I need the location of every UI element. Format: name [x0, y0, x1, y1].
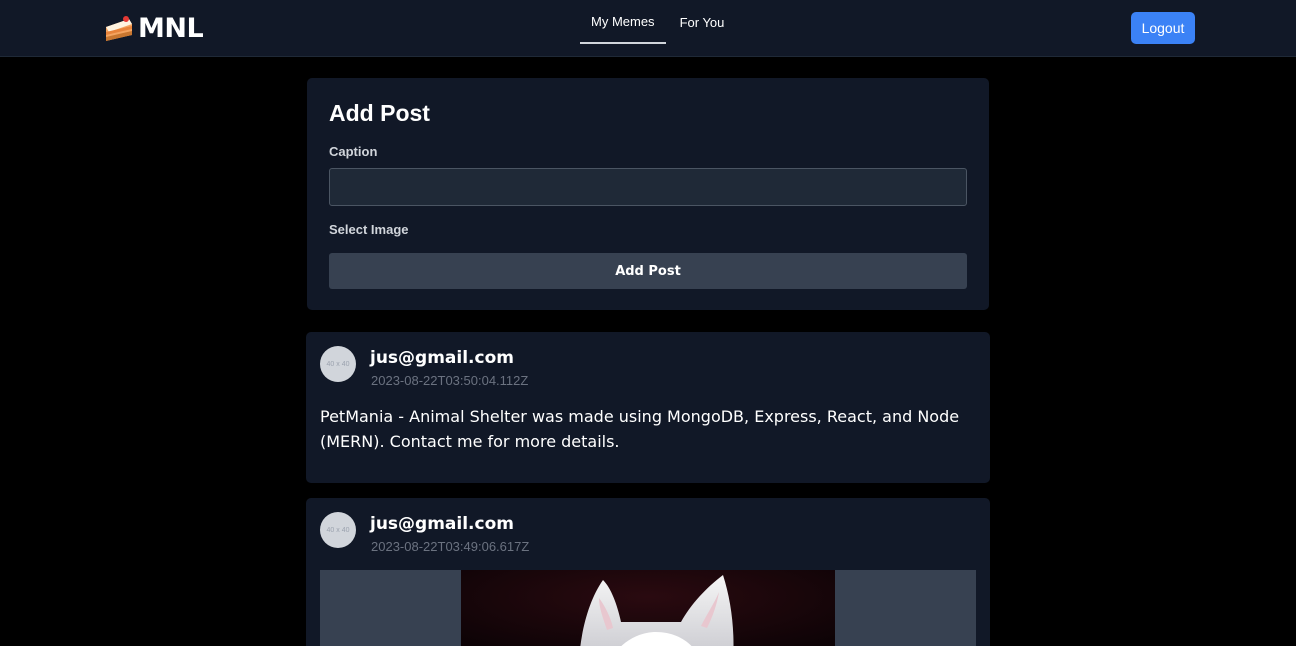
post-card: 40 x 40 jus@gmail.com 2023-08-22T03:49:0… — [306, 498, 990, 646]
navbar: MNL My Memes For You Logout — [0, 0, 1296, 57]
post-image-container — [320, 570, 976, 646]
post-author: jus@gmail.com — [370, 348, 514, 368]
main-nav: My Memes For You — [580, 0, 738, 57]
post-timestamp: 2023-08-22T03:49:06.617Z — [371, 539, 530, 554]
logout-button[interactable]: Logout — [1131, 12, 1195, 44]
post-author: jus@gmail.com — [370, 514, 514, 534]
brand-name: MNL — [138, 12, 204, 44]
select-image-label[interactable]: Select Image — [329, 222, 409, 237]
avatar-placeholder-text: 40 x 40 — [326, 360, 350, 368]
brand[interactable]: MNL — [104, 12, 204, 44]
caption-input[interactable] — [329, 168, 967, 206]
avatar: 40 x 40 — [320, 512, 356, 548]
cat-photo — [461, 570, 835, 646]
add-post-title: Add Post — [329, 100, 430, 126]
post-timestamp: 2023-08-22T03:50:04.112Z — [371, 373, 529, 388]
tab-my-memes[interactable]: My Memes — [580, 0, 666, 44]
caption-label: Caption — [329, 144, 378, 159]
avatar: 40 x 40 — [320, 346, 356, 382]
cake-icon — [104, 13, 134, 43]
post-text: PetMania - Animal Shelter was made using… — [320, 407, 960, 451]
avatar-placeholder-text: 40 x 40 — [326, 526, 350, 534]
tab-for-you[interactable]: For You — [669, 0, 736, 44]
post-card: 40 x 40 jus@gmail.com 2023-08-22T03:50:0… — [306, 332, 990, 483]
add-post-button[interactable]: Add Post — [329, 253, 967, 289]
add-post-card: Add Post Caption Select Image Add Post — [307, 78, 989, 310]
